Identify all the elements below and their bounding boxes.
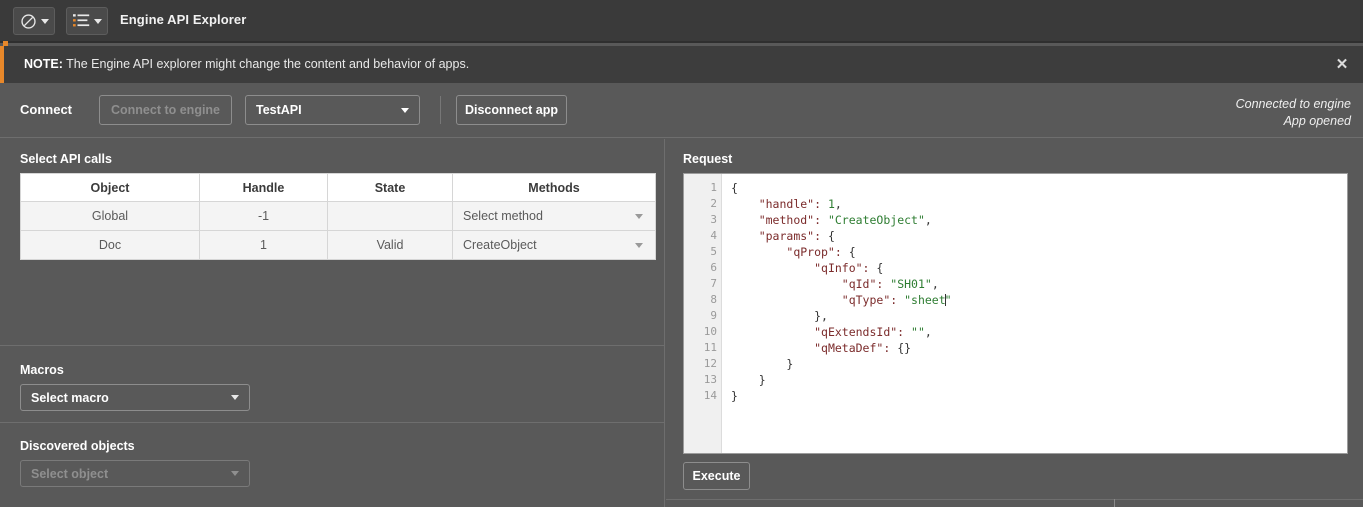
chevron-down-icon: [401, 107, 409, 113]
chevron-down-icon: [231, 471, 239, 476]
chevron-down-icon: [93, 18, 102, 24]
object-select-value: Select object: [31, 466, 109, 481]
toolbar-divider: [440, 96, 441, 124]
cell-handle: 1: [199, 230, 328, 260]
execute-button-label: Execute: [692, 469, 741, 483]
line-number: 14: [703, 389, 717, 402]
cell-object: Doc: [20, 230, 200, 260]
line-number: 12: [703, 357, 717, 370]
code-line: "qProp": {: [786, 245, 856, 259]
chevron-down-icon: [635, 243, 643, 248]
code-line: "handle": 1,: [758, 197, 842, 211]
discovered-objects-title: Discovered objects: [20, 439, 135, 453]
api-calls-table: Object Handle State Methods Global -1 Se…: [20, 173, 656, 260]
status-engine-line: Connected to engine: [1235, 97, 1351, 111]
app-select-value: TestAPI: [256, 103, 302, 117]
method-select-doc[interactable]: CreateObject: [452, 230, 656, 260]
method-select-global-value: Select method: [463, 209, 543, 223]
code-line: "qInfo": {: [814, 261, 884, 275]
section-divider-discovered: [0, 422, 665, 423]
connect-label: Connect: [20, 102, 72, 117]
cell-handle: -1: [199, 201, 328, 231]
editor-code-area[interactable]: { "handle": 1, "method": "CreateObject",…: [722, 174, 1347, 453]
note-banner-text: NOTE: The Engine API explorer might chan…: [24, 57, 469, 72]
code-line: }: [731, 357, 794, 371]
line-number: 11: [703, 341, 717, 354]
select-api-calls-title: Select API calls: [20, 152, 112, 166]
line-number: 1: [710, 181, 717, 194]
prohibited-circle-icon: [20, 13, 37, 30]
request-json-editor[interactable]: 1 2 3 4 5 6 7 8 9 10 11 12 13 14 { "hand…: [683, 173, 1348, 454]
column-header-state: State: [327, 173, 453, 202]
cell-object: Global: [20, 201, 200, 231]
code-line: },: [731, 309, 828, 323]
macro-select-value: Select macro: [31, 390, 109, 405]
column-header-object: Object: [20, 173, 200, 202]
status-app-line: App opened: [1283, 114, 1351, 128]
engine-api-explorer-window: Engine API Explorer NOTE: The Engine API…: [0, 0, 1363, 507]
chevron-down-icon: [635, 214, 643, 219]
chevron-down-icon: [40, 18, 49, 24]
line-number: 2: [710, 197, 717, 210]
macros-title: Macros: [20, 363, 64, 377]
line-number: 13: [703, 373, 717, 386]
line-number: 8: [710, 293, 717, 306]
line-number: 3: [710, 213, 717, 226]
left-panel: Select API calls Object Handle State Met…: [0, 139, 665, 507]
table-row: Doc 1 Valid CreateObject: [20, 230, 656, 260]
title-bar: Engine API Explorer: [0, 0, 1363, 42]
method-select-doc-value: CreateObject: [463, 238, 537, 252]
line-number: 6: [710, 261, 717, 274]
code-line: "method": "CreateObject",: [758, 213, 932, 227]
line-number: 5: [710, 245, 717, 258]
object-select[interactable]: Select object: [20, 460, 250, 487]
execute-button[interactable]: Execute: [683, 462, 750, 490]
navigation-menu-button[interactable]: [13, 7, 55, 35]
app-select[interactable]: TestAPI: [245, 95, 420, 125]
line-number: 4: [710, 229, 717, 242]
cell-state: [327, 201, 453, 231]
code-line: "params": {: [758, 229, 835, 243]
note-prefix: NOTE:: [24, 57, 63, 71]
code-line: "qId": "SH01",: [841, 277, 939, 291]
line-number: 9: [710, 309, 717, 322]
line-number: 10: [703, 325, 717, 338]
close-icon[interactable]: ✕: [1333, 56, 1351, 74]
disconnect-app-label: Disconnect app: [464, 103, 559, 117]
column-header-handle: Handle: [199, 173, 328, 202]
note-banner: NOTE: The Engine API explorer might chan…: [0, 46, 1363, 83]
right-panel: Request 1 2 3 4 5 6 7 8 9 10 11 12 13 14…: [666, 139, 1363, 507]
note-message: The Engine API explorer might change the…: [62, 57, 470, 71]
request-title: Request: [683, 152, 733, 166]
connect-to-engine-button[interactable]: Connect to engine: [99, 95, 232, 125]
code-line: "qMetaDef": {}: [814, 341, 912, 355]
connect-to-engine-label: Connect to engine: [110, 103, 221, 117]
code-line: }: [731, 389, 738, 403]
app-list-menu-button[interactable]: [66, 7, 108, 35]
code-line: }: [731, 373, 766, 387]
code-line: {: [731, 181, 738, 195]
code-line: "qExtendsId": "",: [814, 325, 932, 339]
code-line: "qType": "sheet": [841, 293, 952, 307]
title-bar-divider: [0, 41, 1363, 43]
bottom-divider: [666, 499, 1363, 500]
editor-gutter: 1 2 3 4 5 6 7 8 9 10 11 12 13 14: [684, 174, 722, 453]
line-number: 7: [710, 277, 717, 290]
section-divider-macros: [0, 345, 665, 346]
bullet-list-icon: [72, 13, 90, 30]
cell-state: Valid: [327, 230, 453, 260]
method-select-global[interactable]: Select method: [452, 201, 656, 231]
bottom-split-handle[interactable]: [1114, 499, 1115, 507]
connect-toolbar: Connect Connect to engine TestAPI Discon…: [0, 84, 1363, 138]
chevron-down-icon: [231, 395, 239, 400]
table-header-row: Object Handle State Methods: [20, 173, 656, 202]
disconnect-app-button[interactable]: Disconnect app: [456, 95, 567, 125]
table-row: Global -1 Select method: [20, 201, 656, 231]
app-title: Engine API Explorer: [120, 12, 247, 27]
column-header-methods: Methods: [452, 173, 656, 202]
connection-status: Connected to engine App opened: [1236, 96, 1351, 130]
macro-select[interactable]: Select macro: [20, 384, 250, 411]
